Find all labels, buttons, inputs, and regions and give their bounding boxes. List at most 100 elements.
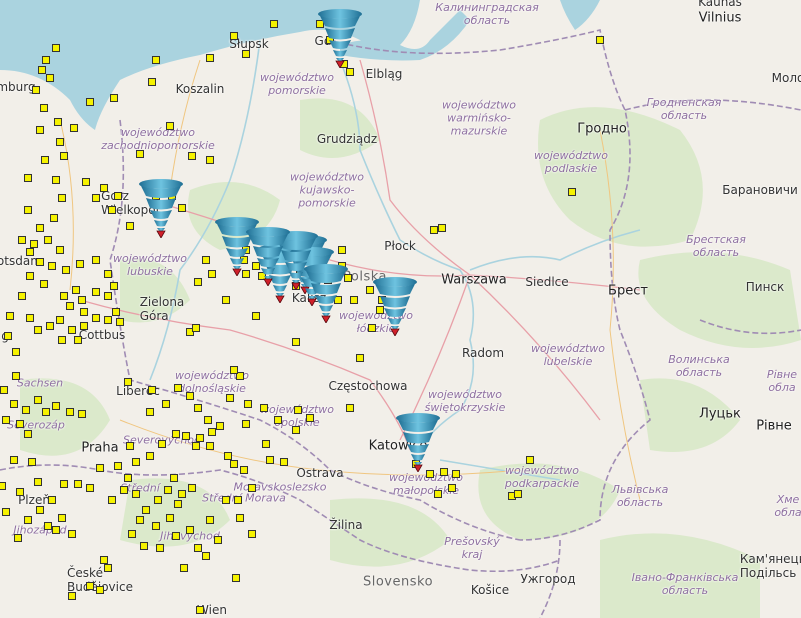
report-marker[interactable]: [280, 458, 288, 466]
report-marker[interactable]: [124, 474, 132, 482]
report-marker[interactable]: [92, 194, 100, 202]
report-marker[interactable]: [0, 386, 8, 394]
report-marker[interactable]: [434, 490, 442, 498]
report-marker[interactable]: [120, 486, 128, 494]
report-marker[interactable]: [41, 156, 49, 164]
report-marker[interactable]: [22, 406, 30, 414]
report-marker[interactable]: [26, 248, 34, 256]
report-marker[interactable]: [50, 214, 58, 222]
report-marker[interactable]: [44, 522, 52, 530]
report-marker[interactable]: [40, 280, 48, 288]
report-marker[interactable]: [140, 542, 148, 550]
report-marker[interactable]: [132, 490, 140, 498]
report-marker[interactable]: [180, 564, 188, 572]
report-marker[interactable]: [430, 226, 438, 234]
report-marker[interactable]: [92, 288, 100, 296]
report-marker[interactable]: [148, 78, 156, 86]
report-marker[interactable]: [242, 420, 250, 428]
report-marker[interactable]: [194, 404, 202, 412]
report-marker[interactable]: [188, 484, 196, 492]
report-marker[interactable]: [38, 66, 46, 74]
report-marker[interactable]: [68, 326, 76, 334]
report-marker[interactable]: [72, 286, 80, 294]
report-marker[interactable]: [24, 174, 32, 182]
report-marker[interactable]: [346, 404, 354, 412]
report-marker[interactable]: [596, 36, 604, 44]
report-marker[interactable]: [208, 428, 216, 436]
report-marker[interactable]: [116, 318, 124, 326]
report-marker[interactable]: [262, 440, 270, 448]
report-marker[interactable]: [74, 480, 82, 488]
report-marker[interactable]: [34, 396, 42, 404]
report-marker[interactable]: [2, 416, 10, 424]
report-marker[interactable]: [232, 574, 240, 582]
report-marker[interactable]: [206, 516, 214, 524]
report-marker[interactable]: [126, 222, 134, 230]
report-marker[interactable]: [196, 606, 204, 614]
report-marker[interactable]: [172, 430, 180, 438]
report-marker[interactable]: [148, 386, 156, 394]
report-marker[interactable]: [236, 514, 244, 522]
report-marker[interactable]: [226, 394, 234, 402]
report-marker[interactable]: [46, 74, 54, 82]
report-marker[interactable]: [36, 126, 44, 134]
report-marker[interactable]: [26, 314, 34, 322]
report-marker[interactable]: [0, 482, 6, 490]
report-marker[interactable]: [104, 292, 112, 300]
report-marker[interactable]: [230, 32, 238, 40]
report-marker[interactable]: [260, 404, 268, 412]
report-marker[interactable]: [82, 178, 90, 186]
report-marker[interactable]: [346, 68, 354, 76]
report-marker[interactable]: [234, 496, 242, 504]
report-marker[interactable]: [14, 534, 22, 542]
report-marker[interactable]: [36, 224, 44, 232]
report-marker[interactable]: [440, 468, 448, 476]
report-marker[interactable]: [100, 556, 108, 564]
report-marker[interactable]: [100, 184, 108, 192]
report-marker[interactable]: [34, 326, 42, 334]
report-marker[interactable]: [292, 338, 300, 346]
report-marker[interactable]: [18, 236, 26, 244]
report-marker[interactable]: [60, 480, 68, 488]
report-marker[interactable]: [194, 544, 202, 552]
report-marker[interactable]: [24, 516, 32, 524]
report-marker[interactable]: [252, 312, 260, 320]
report-marker[interactable]: [132, 458, 140, 466]
report-marker[interactable]: [104, 270, 112, 278]
report-marker[interactable]: [206, 442, 214, 450]
report-marker[interactable]: [154, 496, 162, 504]
report-marker[interactable]: [12, 348, 20, 356]
report-marker[interactable]: [164, 486, 172, 494]
report-marker[interactable]: [104, 564, 112, 572]
report-marker[interactable]: [156, 544, 164, 552]
report-marker[interactable]: [266, 456, 274, 464]
report-marker[interactable]: [240, 466, 248, 474]
report-marker[interactable]: [158, 440, 166, 448]
report-marker[interactable]: [448, 484, 456, 492]
report-marker[interactable]: [174, 500, 182, 508]
report-marker[interactable]: [76, 260, 84, 268]
report-marker[interactable]: [270, 20, 278, 28]
report-marker[interactable]: [248, 530, 256, 538]
report-marker[interactable]: [60, 292, 68, 300]
report-marker[interactable]: [244, 400, 252, 408]
report-marker[interactable]: [166, 122, 174, 130]
report-marker[interactable]: [222, 296, 230, 304]
report-marker[interactable]: [36, 506, 44, 514]
report-marker[interactable]: [92, 314, 100, 322]
report-marker[interactable]: [206, 156, 214, 164]
report-marker[interactable]: [452, 470, 460, 478]
map-canvas[interactable]: Polska Slovensko Vilnius Kaunas Słupsk Koszal…: [0, 0, 801, 618]
report-marker[interactable]: [188, 152, 196, 160]
report-marker[interactable]: [56, 138, 64, 146]
report-marker[interactable]: [230, 366, 238, 374]
report-marker[interactable]: [274, 416, 282, 424]
tornado-icon[interactable]: [245, 226, 291, 287]
report-marker[interactable]: [110, 94, 118, 102]
report-marker[interactable]: [350, 296, 358, 304]
report-marker[interactable]: [68, 530, 76, 538]
report-marker[interactable]: [128, 530, 136, 538]
report-marker[interactable]: [56, 246, 64, 254]
report-marker[interactable]: [80, 322, 88, 330]
report-marker[interactable]: [52, 44, 60, 52]
